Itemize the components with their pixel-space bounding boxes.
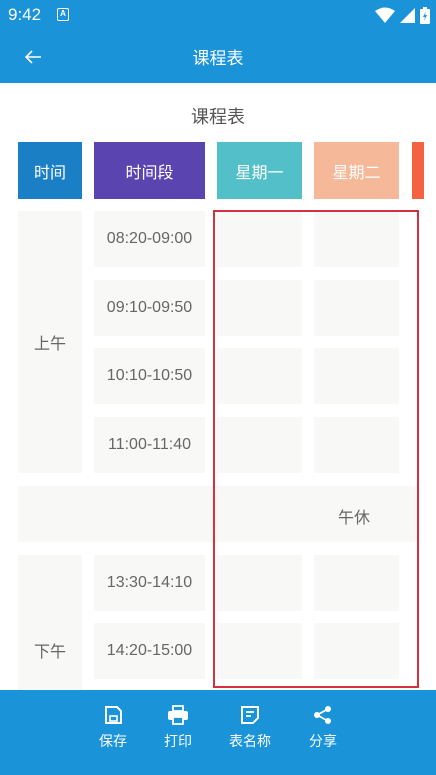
note-icon (241, 706, 259, 724)
header-next-day[interactable] (412, 142, 424, 199)
save-button[interactable]: 保存 (83, 705, 143, 751)
selection-highlight (213, 210, 419, 688)
print-button[interactable]: 打印 (148, 705, 208, 751)
status-time: 9:42 (8, 5, 42, 24)
notification-icon: A (57, 8, 69, 21)
time-slot: 10:10-10:50 (94, 348, 205, 404)
table-name-button[interactable]: 表名称 (220, 705, 280, 751)
share-label: 分享 (309, 734, 337, 750)
time-slot: 09:10-09:50 (94, 280, 205, 336)
header-period: 时间段 (94, 142, 205, 199)
time-slot: 14:20-15:00 (94, 623, 205, 679)
schedule-caption: 课程表 (191, 107, 245, 128)
battery-icon (420, 6, 430, 24)
time-slot: 11:00-11:40 (94, 417, 205, 473)
header-tuesday[interactable]: 星期二 (314, 142, 399, 199)
print-label: 打印 (164, 734, 192, 750)
save-icon (105, 706, 122, 724)
header-time: 时间 (18, 142, 82, 199)
time-slot: 08:20-09:00 (94, 211, 205, 267)
share-button[interactable]: 分享 (293, 705, 353, 751)
save-label: 保存 (99, 734, 127, 750)
table-name-label: 表名称 (229, 734, 271, 750)
app-bar: 课程表 (0, 30, 436, 83)
page-title: 课程表 (192, 49, 244, 69)
bottom-action-bar: 保存 打印 表名称 分享 (0, 690, 436, 775)
system-icons (375, 6, 430, 24)
status-bar: 9:42 A (0, 0, 436, 30)
wifi-icon (375, 7, 395, 23)
share-icon (314, 706, 331, 724)
signal-icon (400, 7, 415, 23)
print-icon (168, 705, 188, 725)
header-monday[interactable]: 星期一 (217, 142, 302, 199)
morning-label: 上午 (18, 211, 82, 473)
time-slot: 13:30-14:10 (94, 555, 205, 611)
